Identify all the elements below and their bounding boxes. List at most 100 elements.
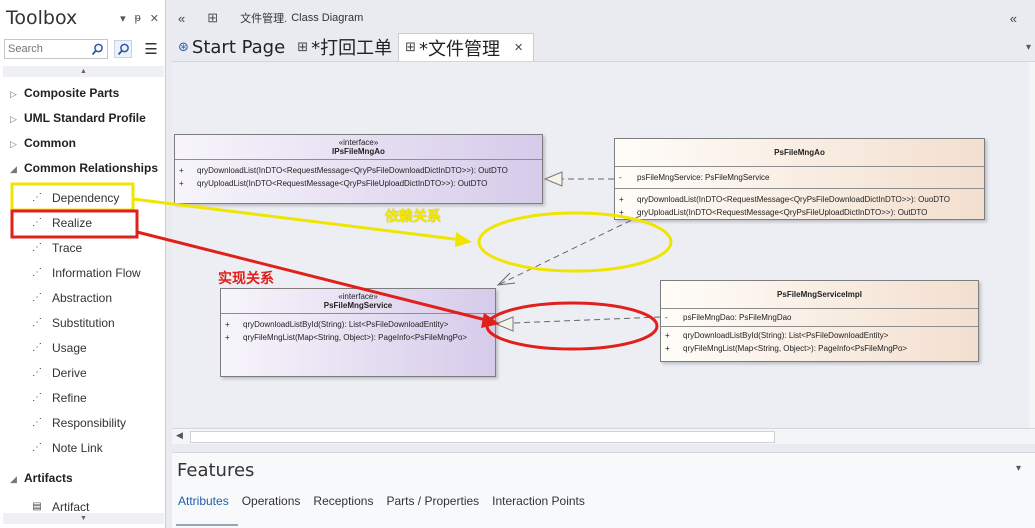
class-header: PsFileMngServiceImpl: [661, 281, 978, 309]
tabs-dropdown-icon[interactable]: ▾: [1026, 42, 1031, 53]
expand-arrow-icon: ▷: [10, 139, 17, 149]
features-title: Features: [177, 460, 255, 481]
class-diagram-icon: ⊞: [297, 39, 309, 55]
toolbox-group-composite-parts[interactable]: ▷ Composite Parts: [10, 86, 119, 100]
toolbox-scroll-down[interactable]: ▼: [3, 513, 164, 524]
class-ipsfilemngao[interactable]: «interface» IPsFileMngAo + qryDownloadLis…: [174, 134, 543, 204]
toolbox-item-refine[interactable]: ⋰ Refine: [30, 391, 87, 405]
operations-section: + qryDownloadListById(String): List<PsFil…: [221, 314, 495, 348]
toolbox-item-derive[interactable]: ⋰ Derive: [30, 366, 87, 380]
toolbox-window-controls: ▾ ᵽ ✕: [120, 12, 165, 25]
features-tabs: Attributes Operations Receptions Parts /…: [178, 494, 585, 508]
operation-row[interactable]: + qryUploadList(InDTO<RequestMessage<QryP…: [179, 177, 538, 190]
scroll-left-icon[interactable]: ◀: [176, 430, 183, 441]
expand-arrow-icon: ▷: [10, 114, 17, 124]
collapse-arrow-icon: ◢: [10, 474, 17, 484]
dependency-icon: ⋰: [32, 192, 42, 203]
operations-section: + qryDownloadList(InDTO<RequestMessage<Qr…: [175, 160, 542, 194]
menu-icon[interactable]: ☰: [142, 40, 160, 58]
diagram-canvas[interactable]: «interface» IPsFileMngAo + qryDownloadLis…: [172, 61, 1035, 428]
substitution-icon: ⋰: [32, 317, 42, 328]
class-header: PsFileMngAo: [615, 139, 984, 167]
operation-row[interactable]: + qryDownloadList(InDTO<RequestMessage<Qr…: [179, 164, 538, 177]
abstraction-icon: ⋰: [32, 292, 42, 303]
toolbox-item-substitution[interactable]: ⋰ Substitution: [30, 316, 115, 330]
responsibility-icon: ⋰: [32, 417, 42, 428]
toolbox-item-realize[interactable]: ⋰ Realize: [30, 216, 92, 230]
operation-row[interactable]: + qryFileMngList(Map<String, Object>): Pa…: [225, 331, 491, 344]
collapse-arrow-icon: ◢: [10, 164, 17, 174]
attributes-section: - psFileMngService: PsFileMngService: [615, 167, 984, 189]
attributes-section: - psFileMngDao: PsFileMngDao: [661, 309, 978, 327]
operation-row[interactable]: + qryFileMngList(Map<String, Object>): Pa…: [665, 342, 974, 355]
toolbox-item-abstraction[interactable]: ⋰ Abstraction: [30, 291, 112, 305]
breadcrumb-diagram-type: Class Diagram: [291, 12, 364, 24]
tab-start-page[interactable]: ⊛ Start Page: [172, 33, 291, 61]
toolbox-item-information-flow[interactable]: ⋰ Information Flow: [30, 266, 141, 280]
information-flow-icon: ⋰: [32, 267, 42, 278]
toolbox-scroll-up[interactable]: ▲: [3, 66, 164, 77]
class-diagram-icon: ⊞: [405, 40, 416, 55]
toolbox-title: Toolbox: [6, 7, 78, 29]
class-psfilemngservice[interactable]: «interface» PsFileMngService + qryDownloa…: [220, 288, 496, 377]
toolbox-item-usage[interactable]: ⋰ Usage: [30, 341, 87, 355]
note-link-icon: ⋰: [32, 442, 42, 453]
class-header: «interface» IPsFileMngAo: [175, 135, 542, 160]
canvas-horizontal-scrollbar[interactable]: ◀: [172, 428, 1035, 444]
derive-icon: ⋰: [32, 367, 42, 378]
attribute-row[interactable]: - psFileMngDao: PsFileMngDao: [665, 311, 974, 324]
realize-annotation-text: 实现关系: [218, 271, 274, 287]
operation-row[interactable]: + qryUploadList(InDTO<RequestMessage<QryP…: [619, 206, 980, 219]
toolbox-item-trace[interactable]: ⋰ Trace: [30, 241, 82, 255]
collapse-right-icon[interactable]: «: [1010, 11, 1017, 26]
refine-icon: ⋰: [32, 392, 42, 403]
find-toolbox-icon[interactable]: [114, 40, 132, 58]
operations-section: + qryDownloadListById(String): List<PsFil…: [661, 327, 978, 357]
tab-dahui-gongdan[interactable]: ⊞ *打回工单: [291, 33, 398, 61]
tab-wenjian-guanli[interactable]: ⊞ *文件管理 ✕: [398, 33, 535, 61]
trace-icon: ⋰: [32, 242, 42, 253]
breadcrumb-package[interactable]: 文件管理.: [240, 10, 287, 26]
operation-row[interactable]: + qryDownloadList(InDTO<RequestMessage<Qr…: [619, 193, 980, 206]
close-icon[interactable]: ✕: [150, 12, 159, 25]
class-psfilemngserviceimpl[interactable]: PsFileMngServiceImpl - psFileMngDao: PsFi…: [660, 280, 979, 362]
operation-row[interactable]: + qryDownloadListById(String): List<PsFil…: [665, 329, 974, 342]
tab-receptions[interactable]: Receptions: [313, 494, 373, 508]
search-icon[interactable]: [88, 40, 106, 58]
toolbox-item-dependency[interactable]: ⋰ Dependency: [30, 191, 119, 205]
toolbox-header: Toolbox ▾ ᵽ ✕: [0, 0, 165, 36]
collapse-left-icon[interactable]: «: [178, 11, 185, 26]
expand-arrow-icon: ▷: [10, 89, 17, 99]
features-dropdown-icon[interactable]: ▾: [1016, 463, 1021, 474]
document-tabs: ⊛ Start Page ⊞ *打回工单 ⊞ *文件管理 ✕ ▾: [172, 33, 1035, 61]
toolbox-panel: Toolbox ▾ ᵽ ✕ ☰ ▲ ▷Composite Parts ▷UML …: [0, 0, 166, 528]
attribute-row[interactable]: - psFileMngService: PsFileMngService: [619, 171, 980, 184]
tab-parts-properties[interactable]: Parts / Properties: [386, 494, 479, 508]
canvas-vertical-scrollbar[interactable]: [1029, 62, 1035, 428]
operation-row[interactable]: + qryDownloadListById(String): List<PsFil…: [225, 318, 491, 331]
toolbox-group-uml-standard-profile[interactable]: ▷ UML Standard Profile: [10, 111, 146, 125]
diagram-toolbar: « ⊞ 文件管理. Class Diagram «: [172, 6, 1035, 30]
start-page-icon: ⊛: [178, 39, 189, 55]
usage-icon: ⋰: [32, 342, 42, 353]
toolbox-group-common-relationships[interactable]: ◢ Common Relationships: [10, 161, 158, 175]
class-diagram-icon: ⊞: [207, 10, 219, 25]
features-panel: Features ▾ Attributes Operations Recepti…: [172, 452, 1035, 528]
toolbox-item-responsibility[interactable]: ⋰ Responsibility: [30, 416, 126, 430]
toolbox-group-common[interactable]: ▷ Common: [10, 136, 76, 150]
dropdown-icon[interactable]: ▾: [120, 12, 126, 25]
tab-attributes[interactable]: Attributes: [178, 494, 229, 508]
tab-operations[interactable]: Operations: [242, 494, 301, 508]
close-tab-icon[interactable]: ✕: [514, 41, 523, 54]
pin-icon[interactable]: ᵽ: [135, 12, 141, 25]
toolbox-group-artifacts[interactable]: ◢ Artifacts: [10, 471, 73, 485]
dependency-annotation-text: 依赖关系: [385, 209, 441, 225]
active-tab-indicator: [176, 524, 238, 526]
class-psfilemngao[interactable]: PsFileMngAo - psFileMngService: PsFileMng…: [614, 138, 985, 220]
toolbox-item-artifact[interactable]: ▤ Artifact: [30, 500, 89, 514]
toolbox-item-note-link[interactable]: ⋰ Note Link: [30, 441, 103, 455]
scrollbar-thumb[interactable]: [190, 431, 775, 443]
operations-section: + qryDownloadList(InDTO<RequestMessage<Qr…: [615, 189, 984, 223]
class-header: «interface» PsFileMngService: [221, 289, 495, 314]
tab-interaction-points[interactable]: Interaction Points: [492, 494, 585, 508]
